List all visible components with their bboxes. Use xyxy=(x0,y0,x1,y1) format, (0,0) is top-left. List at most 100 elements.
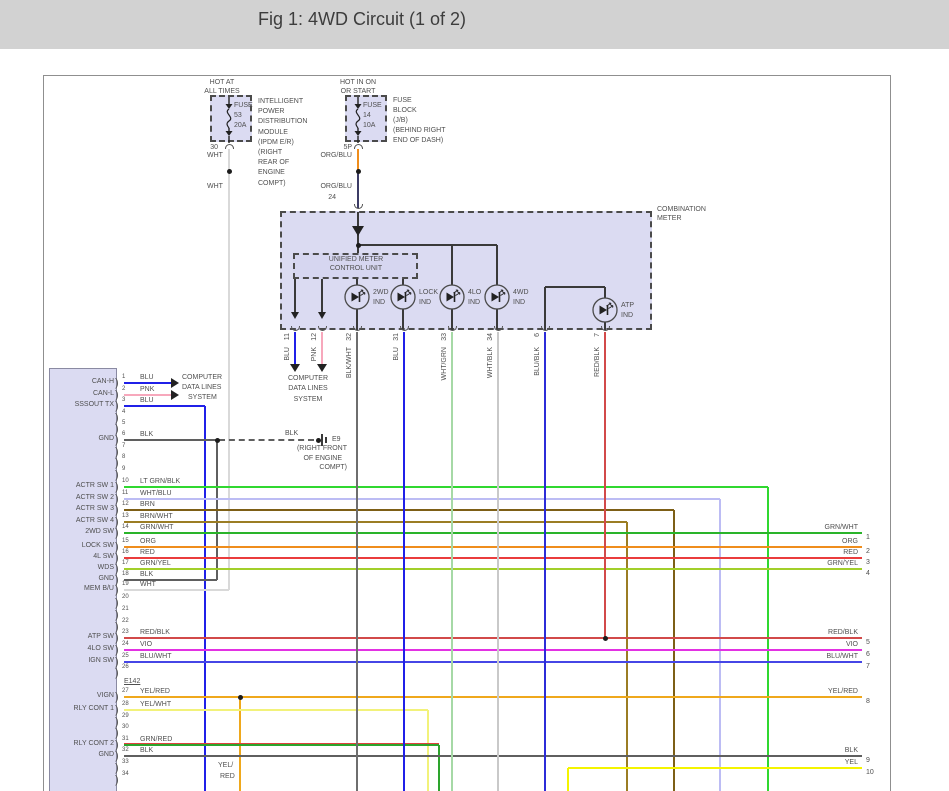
wire-actr-sw3-brn xyxy=(124,509,674,511)
connector-pin-icon xyxy=(225,144,234,149)
diagram-label: YEL/RED xyxy=(140,688,170,697)
diagram-label: LOCK xyxy=(419,289,438,298)
diagram-label: FUSE xyxy=(393,97,412,106)
diagram-label: (J/B) xyxy=(393,117,408,126)
pin-number: 6 xyxy=(122,431,125,439)
wire-meter-pin12-pnk xyxy=(321,332,323,364)
connector-pin-icon xyxy=(354,144,363,149)
diagram-label: RLY CONT 1 xyxy=(74,705,114,714)
pin-number: 19 xyxy=(122,581,129,589)
diagram-label: LT GRN/BLK xyxy=(140,478,180,487)
diagram-label: BRN xyxy=(140,501,155,510)
diagram-label: 5 xyxy=(866,639,870,648)
wire-meter-internal-wiring xyxy=(544,287,546,330)
diagram-label: VIGN xyxy=(97,692,114,701)
diagram-label: IND xyxy=(513,299,525,308)
wire-color-label-vertical: BLU/BLK xyxy=(534,347,541,376)
pin-number: 25 xyxy=(122,653,129,661)
diagram-label: 4LO xyxy=(468,289,481,298)
4wd-indicator-lamp-icon xyxy=(484,284,510,310)
diagram-label: RLY CONT 2 xyxy=(74,740,114,749)
wire-color-label-vertical: 12 xyxy=(311,333,318,341)
diagram-label: 4WD xyxy=(513,289,529,298)
diagram-label: ALL TIMES xyxy=(204,88,239,97)
diagram-label: GRN/YEL xyxy=(827,560,858,569)
diagram-label: 10 xyxy=(866,769,874,778)
wire-meter-internal-wiring xyxy=(358,244,497,246)
wire-color-label-vertical: BLK/WHT xyxy=(346,347,353,378)
wire-fuse53-wht-feed xyxy=(228,149,230,590)
diagram-label: GND xyxy=(98,575,114,584)
diagram-label: CAN-L xyxy=(93,390,114,399)
pin-number: 17 xyxy=(122,560,129,568)
4lo-indicator-lamp-icon xyxy=(439,284,465,310)
diagram-label: COMPT) xyxy=(258,180,286,189)
diagram-label: HOT AT xyxy=(210,79,235,88)
diagram-label: 6 xyxy=(866,651,870,660)
diagram-label: BLU/WHT xyxy=(827,653,859,662)
arrow-icon xyxy=(291,312,299,319)
wire-color-label-vertical: WHT/GRN xyxy=(441,347,448,380)
pin-number: 13 xyxy=(122,513,129,521)
diagram-label: ORG xyxy=(842,538,858,547)
junction-dot xyxy=(603,636,608,641)
pin-number: 34 xyxy=(122,771,129,779)
pin-number: 10 xyxy=(122,478,129,486)
diagram-label: SYSTEM xyxy=(188,394,217,403)
diagram-label: IND xyxy=(621,312,633,321)
diagram-label: E142 xyxy=(124,678,140,687)
diagram-label: SSSOUT TX xyxy=(75,401,114,410)
pin-bracket-icon: ) xyxy=(115,773,119,787)
diagram-label: WDS xyxy=(98,564,114,573)
pin-number: 30 xyxy=(122,724,129,732)
pin-number: 20 xyxy=(122,594,129,602)
diagram-label: PNK xyxy=(140,386,154,395)
pin-number: 9 xyxy=(122,466,125,474)
wire-color-label-vertical: WHT/BLK xyxy=(487,347,494,378)
pin-number: 16 xyxy=(122,549,129,557)
diagram-label: INTELLIGENT xyxy=(258,98,303,107)
diagram-label: CAN-H xyxy=(92,378,114,387)
pin-bracket-icon: ) xyxy=(115,690,119,704)
diagram-label: DISTRIBUTION xyxy=(258,118,307,127)
wire-ign-sw-bluwht xyxy=(124,661,862,663)
wire-color-label-vertical: 34 xyxy=(487,333,494,341)
diagram-label: CONTROL UNIT xyxy=(330,265,382,274)
diagram-label: GND xyxy=(98,435,114,444)
diagram-label: 2 xyxy=(866,548,870,557)
pin-number: 27 xyxy=(122,688,129,696)
diagram-label: IND xyxy=(373,299,385,308)
diagram-label: 9 xyxy=(866,757,870,766)
pin-number: 14 xyxy=(122,524,129,532)
wire-gnd-blk xyxy=(124,439,217,441)
wire-color-label-vertical: BLU xyxy=(284,347,291,361)
diagram-label: BLK xyxy=(140,747,153,756)
junction-dot xyxy=(356,243,361,248)
diagram-label: 3 xyxy=(866,559,870,568)
diagram-label: 24 xyxy=(328,194,336,203)
diagram-label: ORG/BLU xyxy=(320,183,352,192)
diagram-label: ACTR SW 2 xyxy=(76,494,114,503)
diagram-label: GRN/RED xyxy=(140,736,172,745)
wire-meter-internal-wiring xyxy=(545,286,605,288)
wire-meter-pin6-blublk xyxy=(544,332,546,791)
diagram-label: METER xyxy=(657,215,682,224)
2wd-indicator-lamp-icon xyxy=(344,284,370,310)
pin-number: 12 xyxy=(122,501,129,509)
4wd-circuit-wiring-diagram: )1)2)3)4)5)6)7)8)9)10)11)12)13)14)15)16)… xyxy=(0,0,949,791)
wire-vign-yelred xyxy=(124,696,862,698)
pin-bracket-icon: ) xyxy=(115,526,119,540)
pin-number: 18 xyxy=(122,571,129,579)
junction-dot xyxy=(238,695,243,700)
diagram-label: COMPUTER xyxy=(288,375,328,384)
diagram-label: BLK xyxy=(140,431,153,440)
wire-actr-sw2-whtblu xyxy=(719,499,721,791)
diagram-label: ATP SW xyxy=(88,633,114,642)
wire-color-label-vertical: 11 xyxy=(284,333,291,340)
diagram-label: COMBINATION xyxy=(657,206,706,215)
diagram-label: END OF DASH) xyxy=(393,137,443,146)
arrow-icon xyxy=(352,226,364,236)
diagram-label: RED xyxy=(843,549,858,558)
diagram-label: 4L SW xyxy=(93,553,114,562)
wire-sssout-tx-blu xyxy=(204,406,206,791)
